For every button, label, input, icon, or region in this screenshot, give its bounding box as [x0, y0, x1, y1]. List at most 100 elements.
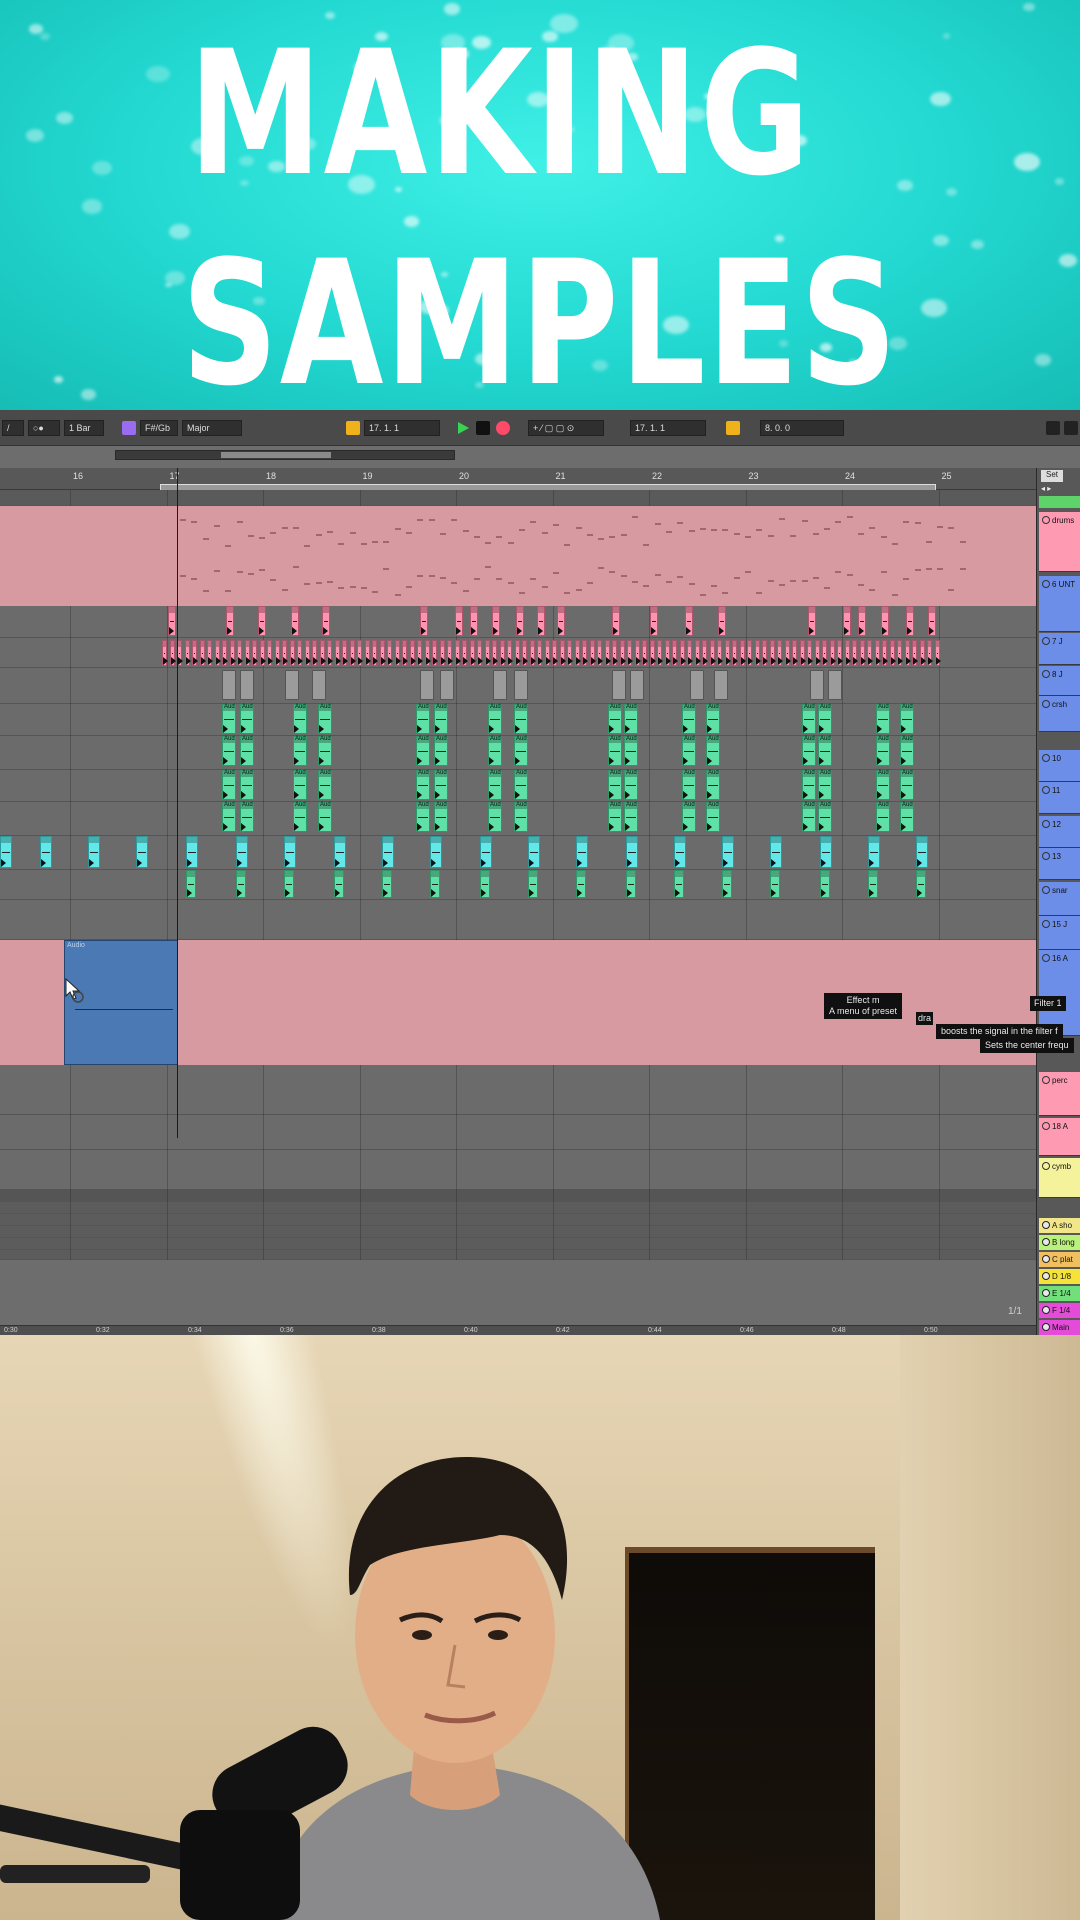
audio-clip[interactable]: Aud [514, 770, 528, 800]
audio-clip[interactable] [430, 870, 440, 898]
audio-clip[interactable] [679, 640, 686, 666]
gray-clip[interactable] [828, 670, 842, 700]
return-activator-icon[interactable] [1042, 1238, 1050, 1246]
audio-clip[interactable] [274, 640, 281, 666]
audio-clip[interactable] [162, 640, 168, 666]
audio-clip[interactable] [650, 606, 658, 636]
audio-clip[interactable] [829, 640, 836, 666]
return-activator-icon[interactable] [1042, 1289, 1050, 1297]
gray-clip[interactable] [714, 670, 728, 700]
audio-clip[interactable] [291, 606, 299, 636]
return-track-header[interactable]: Main [1039, 1320, 1080, 1335]
audio-clip[interactable] [881, 606, 889, 636]
audio-clip[interactable] [258, 606, 266, 636]
audio-clip[interactable]: Aud [293, 770, 307, 800]
audio-clip[interactable] [462, 640, 468, 666]
audio-clip[interactable]: Aud [222, 704, 236, 734]
audio-clip[interactable] [844, 640, 851, 666]
track-header[interactable]: crsh [1039, 696, 1080, 732]
audio-clip[interactable] [904, 640, 911, 666]
audio-clip[interactable] [349, 640, 356, 666]
audio-clip[interactable] [417, 640, 423, 666]
audio-clip[interactable] [319, 640, 326, 666]
audio-clip[interactable] [522, 640, 528, 666]
audio-clip[interactable] [912, 640, 918, 666]
audio-clip[interactable] [297, 640, 303, 666]
track-activator-icon[interactable] [1042, 700, 1050, 708]
audio-clip[interactable]: Aud [608, 770, 622, 800]
track-activator-icon[interactable] [1042, 852, 1050, 860]
audio-clip[interactable] [424, 640, 431, 666]
audio-clip[interactable] [529, 640, 536, 666]
audio-clip[interactable] [702, 640, 708, 666]
audio-clip[interactable]: Aud [318, 770, 332, 800]
gray-clip[interactable] [420, 670, 434, 700]
track-activator-icon[interactable] [1042, 670, 1050, 678]
audio-clip[interactable] [722, 870, 732, 898]
gray-clip[interactable] [312, 670, 326, 700]
audio-clip[interactable] [439, 640, 446, 666]
audio-clip[interactable] [612, 606, 620, 636]
gray-clip[interactable] [810, 670, 824, 700]
audio-clip[interactable] [928, 606, 936, 636]
audio-clip[interactable] [747, 640, 753, 666]
audio-clip[interactable] [859, 640, 866, 666]
audio-clip[interactable] [312, 640, 318, 666]
track-lane[interactable] [0, 870, 1036, 900]
track-lane[interactable] [0, 1250, 1036, 1260]
audio-clip[interactable] [259, 640, 266, 666]
audio-clip[interactable] [762, 640, 768, 666]
audio-clip[interactable] [252, 640, 258, 666]
track-header[interactable]: snar [1039, 882, 1080, 916]
track-lane[interactable] [0, 1226, 1036, 1238]
audio-clip[interactable] [626, 836, 638, 868]
audio-clip[interactable] [582, 640, 588, 666]
audio-clip[interactable] [186, 870, 196, 898]
scrollbar-thumb[interactable] [221, 452, 331, 458]
audio-clip[interactable] [837, 640, 843, 666]
audio-clip[interactable]: Aud [624, 802, 638, 832]
audio-clip[interactable] [499, 640, 506, 666]
audio-clip[interactable]: Aud [434, 736, 448, 766]
audio-clip[interactable]: Aud [900, 736, 914, 766]
track-activator-icon[interactable] [1042, 754, 1050, 762]
return-activator-icon[interactable] [1042, 1255, 1050, 1263]
audio-clip[interactable] [687, 640, 693, 666]
audio-clip[interactable]: Aud [624, 770, 638, 800]
audio-clip[interactable] [897, 640, 903, 666]
audio-clip[interactable] [372, 640, 378, 666]
audio-clip[interactable] [619, 640, 626, 666]
audio-clip[interactable] [557, 606, 565, 636]
audio-clip[interactable] [477, 640, 483, 666]
audio-clip[interactable] [199, 640, 206, 666]
view-toggle-icon[interactable] [1064, 421, 1078, 435]
set-button[interactable]: Set [1041, 470, 1063, 482]
audio-clip[interactable] [799, 640, 806, 666]
track-lane[interactable] [0, 1214, 1036, 1226]
return-activator-icon[interactable] [1042, 1221, 1050, 1229]
audio-clip[interactable]: Aud [706, 736, 720, 766]
audio-clip[interactable]: Aud [318, 704, 332, 734]
audio-clip[interactable] [184, 640, 191, 666]
audio-clip[interactable] [576, 870, 586, 898]
track-activator-icon[interactable] [1042, 516, 1050, 524]
track-activator-icon[interactable] [1042, 920, 1050, 928]
audio-clip[interactable] [284, 836, 296, 868]
audio-clip[interactable] [717, 640, 723, 666]
audio-clip[interactable] [868, 836, 880, 868]
track-activator-icon[interactable] [1042, 637, 1050, 645]
track-activator-icon[interactable] [1042, 954, 1050, 962]
track-header[interactable]: 10 [1039, 750, 1080, 782]
track-lane[interactable] [0, 1150, 1036, 1190]
gray-clip[interactable] [612, 670, 626, 700]
audio-clip[interactable] [226, 606, 234, 636]
scale-icon[interactable] [122, 421, 136, 435]
audio-clip[interactable] [674, 870, 684, 898]
track-header[interactable]: 8 J [1039, 666, 1080, 696]
track-lane[interactable] [0, 1238, 1036, 1250]
audio-clip[interactable] [516, 606, 524, 636]
track-header[interactable]: 11 [1039, 782, 1080, 814]
audio-clip[interactable]: Aud [293, 736, 307, 766]
audio-clip[interactable] [552, 640, 558, 666]
audio-clip[interactable] [88, 836, 100, 868]
